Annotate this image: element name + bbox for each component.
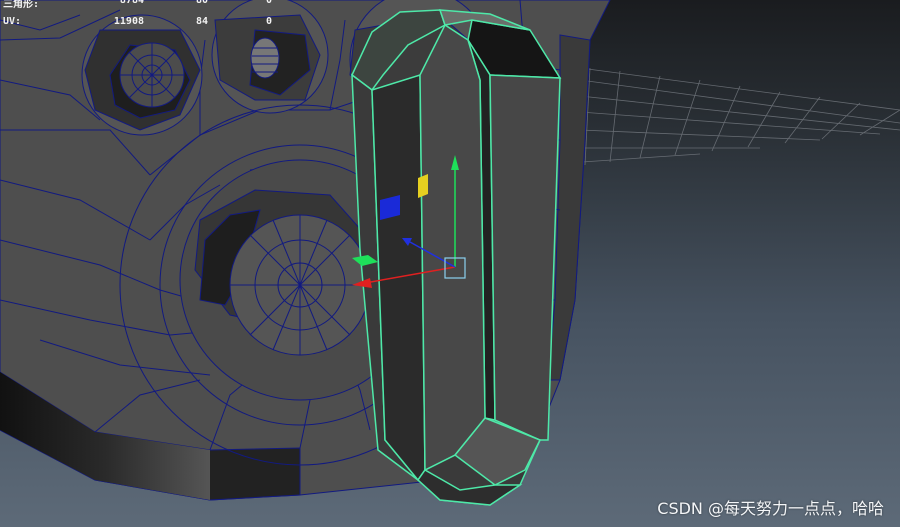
3d-viewport[interactable]: 三角形: 8784 80 0 UV: 11908 84 0 CSDN @每天努力…	[0, 0, 900, 527]
hud-value: 8784	[119, 0, 144, 6]
watermark: CSDN @每天努力一点点，哈哈	[657, 499, 884, 518]
hud-row-triangles: 三角形: 8784 80 0	[0, 0, 300, 10]
scene-canvas[interactable]	[0, 0, 900, 527]
hud-value: 80	[195, 0, 208, 6]
hud-row-uv: UV: 11908 84 0	[0, 16, 300, 28]
hud-value: 11908	[113, 16, 144, 27]
hud-value: 0	[265, 0, 272, 6]
poly-count-hud: 三角形: 8784 80 0 UV: 11908 84 0	[0, 0, 300, 34]
hud-label: UV:	[3, 16, 22, 27]
ground-grid	[579, 67, 900, 166]
hud-value: 0	[265, 16, 272, 27]
hud-label: 三角形:	[3, 0, 40, 10]
plane-handle-yz[interactable]	[418, 174, 428, 198]
hud-value: 84	[195, 16, 208, 27]
